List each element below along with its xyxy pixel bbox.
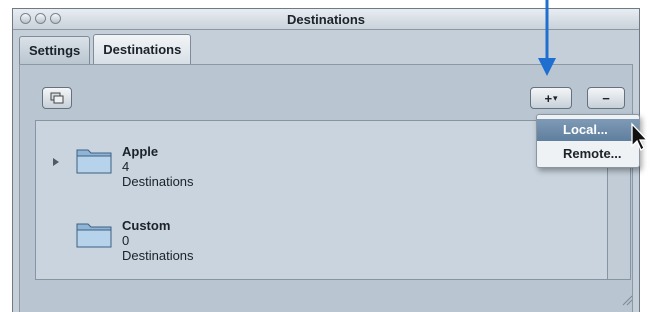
folder-icon [76, 223, 112, 248]
add-destination-menu: Local... Remote... [536, 114, 640, 168]
list-item-count: 0 Destinations [122, 233, 194, 263]
duplicate-destination-button[interactable] [42, 87, 72, 109]
resize-grip-icon[interactable] [621, 294, 633, 306]
tab-settings[interactable]: Settings [19, 36, 91, 64]
menu-item-local[interactable]: Local... [537, 119, 639, 141]
tab-destinations[interactable]: Destinations [93, 34, 192, 64]
mouse-pointer-icon [631, 122, 649, 151]
list-item-name: Custom [122, 218, 171, 233]
remove-label: − [602, 90, 610, 106]
destinations-list[interactable]: Apple 4 Destinations Custom 0 Destinatio… [35, 120, 610, 280]
folder-icon [76, 149, 112, 174]
disclosure-triangle-icon[interactable] [53, 158, 59, 166]
remove-destination-button[interactable]: − [587, 87, 625, 109]
tab-bar: Settings Destinations [19, 34, 192, 64]
destinations-panel: + ▾ − Apple 4 Destinations Custom 0 Dest… [19, 64, 633, 312]
list-item-count: 4 Destinations [122, 159, 194, 189]
add-label: + [544, 90, 553, 106]
callout-arrow-icon [538, 0, 556, 76]
duplicate-icon [50, 92, 64, 104]
list-item-name: Apple [122, 144, 159, 159]
dropdown-indicator-icon: ▾ [553, 92, 558, 103]
add-destination-button[interactable]: + ▾ [530, 87, 572, 109]
menu-item-remote[interactable]: Remote... [537, 143, 639, 165]
